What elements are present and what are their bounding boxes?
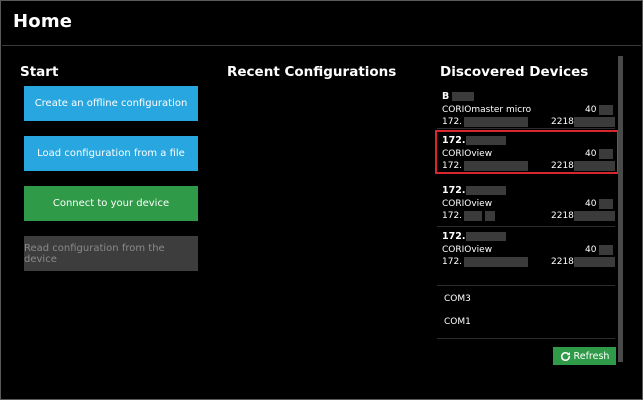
- refresh-button[interactable]: Refresh: [553, 347, 616, 365]
- device-port-value: 40: [585, 245, 597, 255]
- redacted-block: [485, 211, 495, 221]
- discovered-devices-title: Discovered Devices: [440, 64, 589, 80]
- device-separator: [437, 128, 615, 129]
- devices-scrollbar[interactable]: [618, 56, 623, 362]
- redacted-block: [599, 245, 613, 255]
- title-divider: [2, 45, 641, 46]
- app-window: Home Start Recent Configurations Discove…: [0, 0, 643, 400]
- device-item[interactable]: B CORIOmaster micro 40 172. 2218: [437, 91, 615, 131]
- device-model: CORIOmaster micro: [442, 105, 532, 115]
- refresh-icon: [560, 351, 570, 361]
- redacted-block: [464, 257, 528, 267]
- redacted-block: [599, 105, 613, 115]
- device-port-value: 40: [585, 199, 597, 209]
- start-section-title: Start: [20, 64, 59, 80]
- device-name: 172.: [442, 231, 466, 242]
- redacted-block: [466, 186, 506, 195]
- device-item[interactable]: 172. CORIOview 40 172. 2218: [437, 185, 615, 225]
- refresh-label: Refresh: [573, 350, 610, 362]
- device-id-value: 2218: [551, 117, 574, 127]
- device-id-value: 2218: [551, 211, 574, 221]
- device-separator: [437, 338, 615, 339]
- device-ip: 172.: [442, 211, 463, 221]
- redacted-block: [574, 257, 615, 267]
- device-ip: 172.: [442, 117, 463, 127]
- device-model: CORIOview: [442, 199, 493, 209]
- device-separator: [437, 285, 615, 286]
- redacted-block: [464, 117, 528, 127]
- read-configuration-from-device-button: Read configuration from the device: [24, 236, 198, 271]
- device-id-value: 2218: [551, 257, 574, 267]
- recent-configurations-title: Recent Configurations: [227, 64, 397, 80]
- load-configuration-from-file-button[interactable]: Load configuration from a file: [24, 136, 198, 171]
- com-port-item[interactable]: COM1: [444, 317, 471, 327]
- device-model: CORIOview: [442, 245, 493, 255]
- create-offline-configuration-button[interactable]: Create an offline configuration: [24, 86, 198, 121]
- redacted-block: [464, 211, 482, 221]
- redacted-block: [574, 211, 615, 221]
- selected-device-highlight: [435, 130, 619, 174]
- page-title: Home: [13, 11, 73, 32]
- redacted-block: [466, 232, 506, 241]
- redacted-block: [574, 117, 615, 127]
- device-name: B: [442, 91, 450, 102]
- com-port-item[interactable]: COM3: [444, 294, 471, 304]
- redacted-block: [452, 92, 474, 101]
- device-separator: [437, 226, 615, 227]
- discovered-devices-list[interactable]: B CORIOmaster micro 40 172. 2218 172. CO…: [435, 85, 619, 347]
- device-item[interactable]: 172. CORIOview 40 172. 2218: [437, 231, 615, 271]
- connect-to-device-button[interactable]: Connect to your device: [24, 186, 198, 221]
- device-port-value: 40: [585, 105, 597, 115]
- device-name: 172.: [442, 185, 466, 196]
- redacted-block: [599, 199, 613, 209]
- device-ip: 172.: [442, 257, 463, 267]
